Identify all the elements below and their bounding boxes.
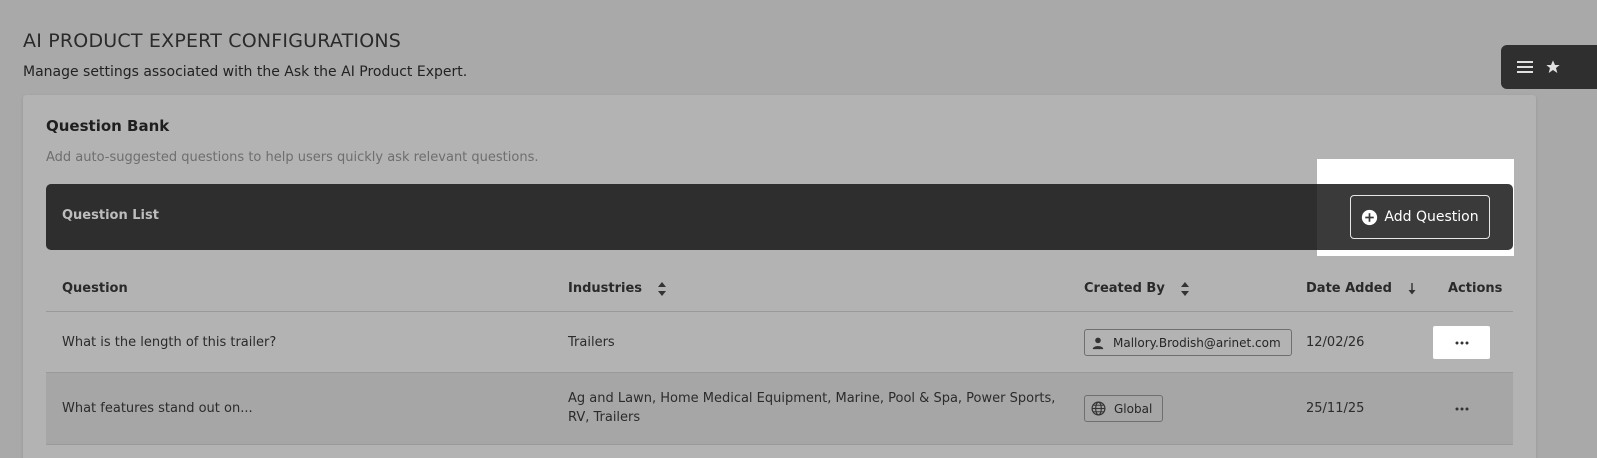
add-question-button[interactable]: Add Question <box>1350 195 1490 239</box>
person-icon <box>1091 336 1105 350</box>
created-by-chip: Mallory.Brodish@arinet.com <box>1084 329 1292 356</box>
industries-cell: Trailers <box>568 335 615 350</box>
plus-circle-icon <box>1361 209 1378 226</box>
column-header-date-added[interactable]: Date Added <box>1306 281 1416 296</box>
card-title: Question Bank <box>46 117 170 135</box>
date-added-cell: 12/02/26 <box>1306 335 1365 350</box>
table-row: What is the length of this trailer? Trai… <box>46 313 1513 373</box>
globe-icon <box>1091 401 1106 416</box>
row-actions-button[interactable] <box>1433 392 1490 425</box>
table-header: Question Industries Created By Date Adde… <box>46 270 1513 312</box>
column-header-question: Question <box>62 281 128 296</box>
star-icon[interactable] <box>1545 59 1561 75</box>
menu-icon[interactable] <box>1517 61 1533 73</box>
row-actions-button[interactable] <box>1433 326 1490 359</box>
card-description: Add auto-suggested questions to help use… <box>46 150 539 165</box>
table-row: What features stand out on... Ag and Law… <box>46 373 1513 445</box>
sort-icon[interactable] <box>1180 281 1189 296</box>
column-header-created-by[interactable]: Created By <box>1084 281 1189 296</box>
page: AI PRODUCT EXPERT CONFIGURATIONS Manage … <box>0 0 1597 458</box>
page-title: AI PRODUCT EXPERT CONFIGURATIONS <box>23 30 402 52</box>
page-subtitle: Manage settings associated with the Ask … <box>23 64 468 80</box>
question-cell: What features stand out on... <box>62 401 253 416</box>
column-header-actions: Actions <box>1448 281 1503 296</box>
arrow-down-icon[interactable] <box>1408 282 1416 295</box>
more-horizontal-icon <box>1455 407 1469 411</box>
add-question-label: Add Question <box>1384 209 1479 225</box>
question-list-label: Question List <box>62 208 159 223</box>
more-horizontal-icon <box>1455 341 1469 345</box>
created-by-chip: Global <box>1084 395 1164 422</box>
industries-cell: Ag and Lawn, Home Medical Equipment, Mar… <box>568 391 1056 425</box>
column-header-industries[interactable]: Industries <box>568 281 667 296</box>
question-list-header: Question List <box>46 184 1513 250</box>
sort-icon[interactable] <box>658 281 667 296</box>
question-cell: What is the length of this trailer? <box>62 335 277 350</box>
date-added-cell: 25/11/25 <box>1306 401 1365 416</box>
floating-toolbar[interactable] <box>1501 45 1597 89</box>
